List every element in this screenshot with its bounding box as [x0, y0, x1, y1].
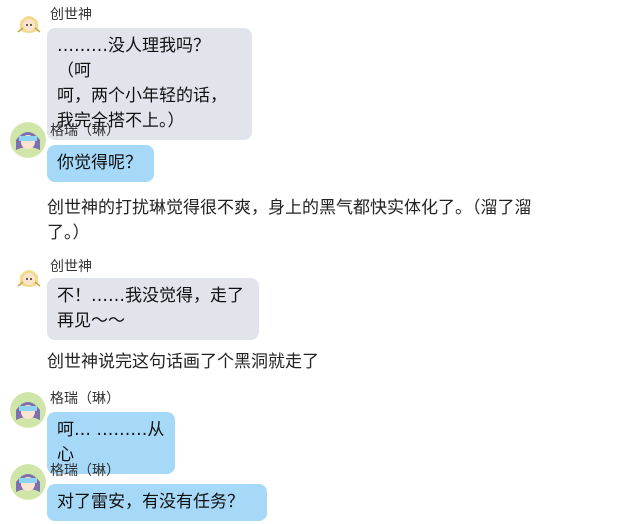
sender-name: 创世神 [50, 7, 92, 23]
sender-name: 格瑞（琳） [50, 391, 120, 407]
anime-boy-avatar-icon[interactable] [10, 122, 46, 158]
chat-message: 格瑞（琳） 对了雷安，有没有任务？ [0, 460, 640, 524]
chat-message: 格瑞（琳） 你觉得呢？ [0, 118, 640, 188]
message-bubble: 对了雷安，有没有任务？ [47, 484, 267, 521]
message-bubble: 你觉得呢？ [47, 145, 154, 182]
sender-name: 格瑞（琳） [50, 123, 120, 139]
sender-name: 创世神 [50, 259, 92, 275]
anime-boy-avatar-icon[interactable] [10, 464, 46, 500]
chat-message: 创世神 不！……我没觉得，走了 再见～～ [0, 254, 640, 346]
narration-text: 创世神说完这句话画了个黑洞就走了 [47, 352, 319, 372]
anime-girl-avatar-icon[interactable] [14, 262, 44, 292]
chat-message: 格瑞（琳） 呵… ………从心 [0, 388, 640, 474]
narration-text: 创世神的打扰琳觉得很不爽，身上的黑气都快实体化了。（溜了溜 了。） [47, 198, 532, 243]
chat-message: 创世神 ………没人理我吗？（呵 呵，两个小年轻的话， 我完全搭不上。） [0, 0, 640, 140]
anime-girl-avatar-icon[interactable] [14, 8, 44, 38]
sender-name: 格瑞（琳） [50, 463, 120, 479]
message-bubble: 不！……我没觉得，走了 再见～～ [47, 278, 259, 340]
anime-boy-avatar-icon[interactable] [10, 392, 46, 428]
